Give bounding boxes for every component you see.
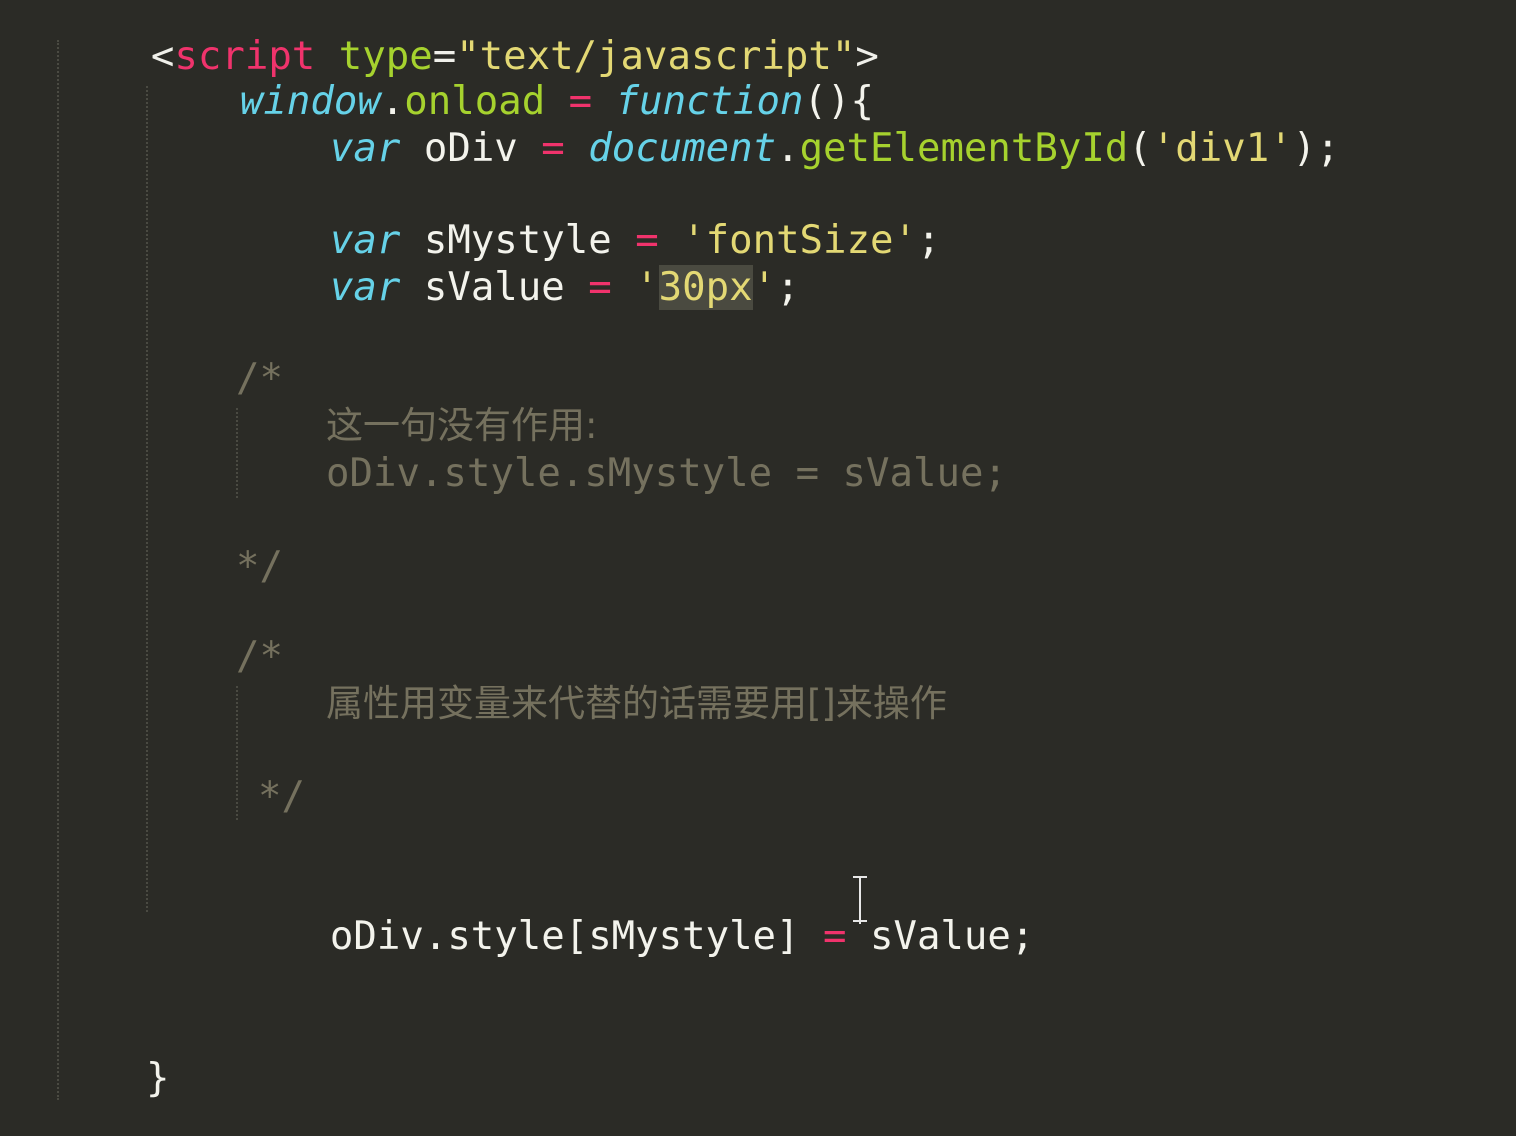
token-object: document — [588, 126, 777, 171]
code-line-odiv: var oDiv = document.getElementById('div1… — [236, 80, 1340, 171]
indent-guide — [236, 408, 238, 498]
token: oDiv.style[sMystyle] — [329, 914, 824, 959]
comment-code: oDiv.style.sMystyle = sValue; — [326, 451, 1007, 496]
token-op: = — [541, 126, 565, 171]
indent-guide — [57, 40, 59, 1100]
token-string: ' — [635, 265, 659, 310]
comment-close: */ — [236, 544, 283, 589]
indent-guide — [146, 86, 148, 912]
token-string: 'div1' — [1151, 126, 1293, 171]
token: . — [776, 126, 800, 171]
code-line-assign: oDiv.style[sMystyle] = sValue; — [236, 868, 1034, 959]
comment-text: 这一句没有作用: — [326, 404, 598, 447]
token: sValue — [400, 265, 589, 310]
token-function: getElementById — [799, 126, 1129, 171]
token: ( — [1128, 126, 1152, 171]
text-cursor-icon — [852, 876, 868, 926]
token-keyword: var — [329, 126, 401, 171]
selected-text[interactable]: 30px — [658, 265, 753, 310]
token: sValue; — [846, 914, 1035, 959]
comment-open: /* — [236, 634, 283, 679]
code-editor[interactable]: <script type="text/javascript"> window.o… — [0, 0, 1516, 1136]
token: oDiv — [400, 126, 542, 171]
token-keyword: var — [329, 265, 401, 310]
token-op: = — [588, 265, 612, 310]
comment-open: /* — [236, 356, 283, 401]
closing-brace: } — [146, 1056, 170, 1101]
comment-close: */ — [258, 774, 305, 819]
code-line-smystyle: var sMystyle = 'fontSize'; — [236, 172, 941, 263]
token-string: ' — [752, 265, 777, 310]
code-line-window-onload: window.onload = function(){ — [146, 33, 874, 124]
code-line-svalue: var sValue = '30px'; — [236, 219, 800, 310]
token: ; — [916, 218, 941, 263]
token: ); — [1292, 126, 1340, 171]
token: ; — [776, 265, 800, 310]
token-op: = — [823, 914, 847, 959]
code-line-script-tag: <script type="text/javascript"> — [57, 0, 879, 79]
indent-guide — [236, 686, 238, 820]
comment-text: 属性用变量来代替的话需要用[]来操作 — [326, 682, 947, 725]
